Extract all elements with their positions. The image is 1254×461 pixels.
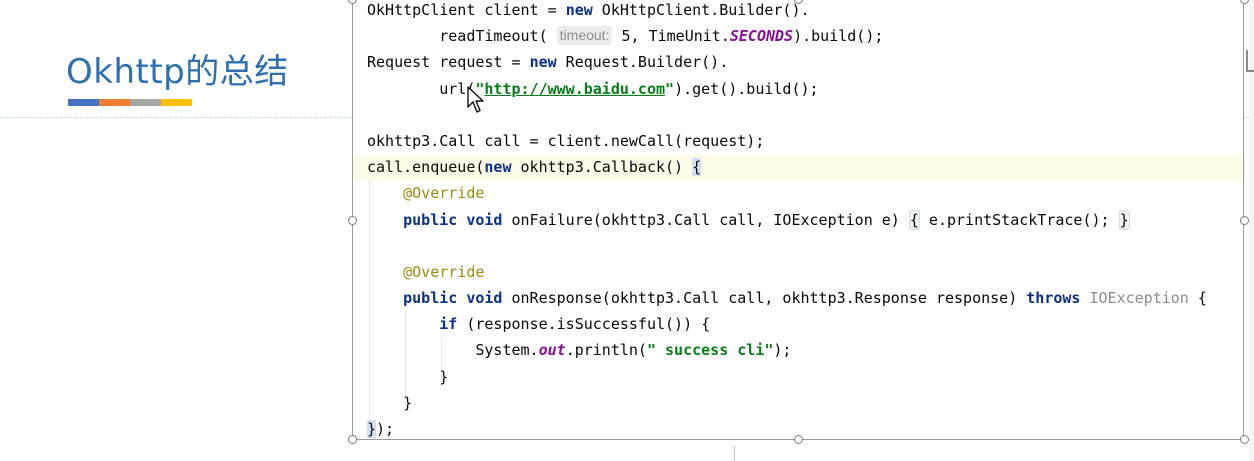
- code-line-13: if (response.isSuccessful()) {: [439, 315, 711, 334]
- resize-handle-middle-left[interactable]: [348, 216, 357, 225]
- accent-segment-gray: [130, 99, 161, 106]
- param-hint: timeout:: [556, 26, 613, 46]
- resize-handle-middle-right[interactable]: [1240, 216, 1249, 225]
- code-line-14: System.out.println(" success cli");: [367, 341, 792, 360]
- code-line-4: url("http://www.baidu.com").get().build(…: [367, 79, 819, 98]
- code-line-3: Request request = new Request.Builder().: [367, 53, 729, 72]
- folded-brace: }: [1118, 209, 1130, 230]
- code-line-16: }: [367, 393, 413, 412]
- slide-title: Okhttp的总结: [66, 52, 289, 92]
- resize-handle-top-right[interactable]: [1240, 0, 1249, 4]
- bottom-divider-tick: [734, 446, 735, 461]
- mouse-pointer-icon: [467, 86, 484, 113]
- resize-handle-bottom-left[interactable]: [348, 435, 357, 444]
- accent-segment-blue: [68, 99, 99, 106]
- slide-canvas: Okhttp的总结 OkHttpClient client = new OkHt…: [0, 0, 1254, 461]
- url-string: http://www.baidu.com: [484, 79, 666, 98]
- code-line-6: okhttp3.Call call = client.newCall(reque…: [367, 131, 765, 150]
- title-accent-bar: [68, 99, 192, 106]
- code-line-12: public void onResponse(okhttp3.Call call…: [403, 289, 1207, 308]
- code-line-1: OkHttpClient client = new OkHttpClient.B…: [367, 1, 810, 19]
- code-line-2: readTimeout( timeout: 5, TimeUnit.SECOND…: [367, 26, 884, 46]
- code-line-11: @Override: [367, 262, 485, 281]
- code-screenshot-image[interactable]: OkHttpClient client = new OkHttpClient.B…: [352, 0, 1244, 440]
- code-line-7: call.enqueue(new okhttp3.Callback() {: [367, 158, 702, 177]
- resize-handle-bottom-right[interactable]: [1240, 435, 1249, 444]
- accent-segment-orange: [99, 99, 130, 106]
- accent-segment-yellow: [161, 99, 192, 106]
- slide-divider: [0, 117, 352, 118]
- code-line-8: @Override: [367, 184, 485, 203]
- code-block: OkHttpClient client = new OkHttpClient.B…: [367, 0, 1207, 439]
- resize-handle-bottom-center[interactable]: [794, 435, 803, 444]
- folded-brace: {: [908, 209, 920, 230]
- partial-edge-icon: [1246, 50, 1254, 72]
- code-line-9: public void onFailure(okhttp3.Call call,…: [403, 209, 1130, 230]
- code-line-17: });: [367, 420, 395, 438]
- matched-brace: }: [367, 420, 377, 438]
- matched-brace: {: [692, 158, 702, 177]
- code-line-15: }: [367, 367, 449, 386]
